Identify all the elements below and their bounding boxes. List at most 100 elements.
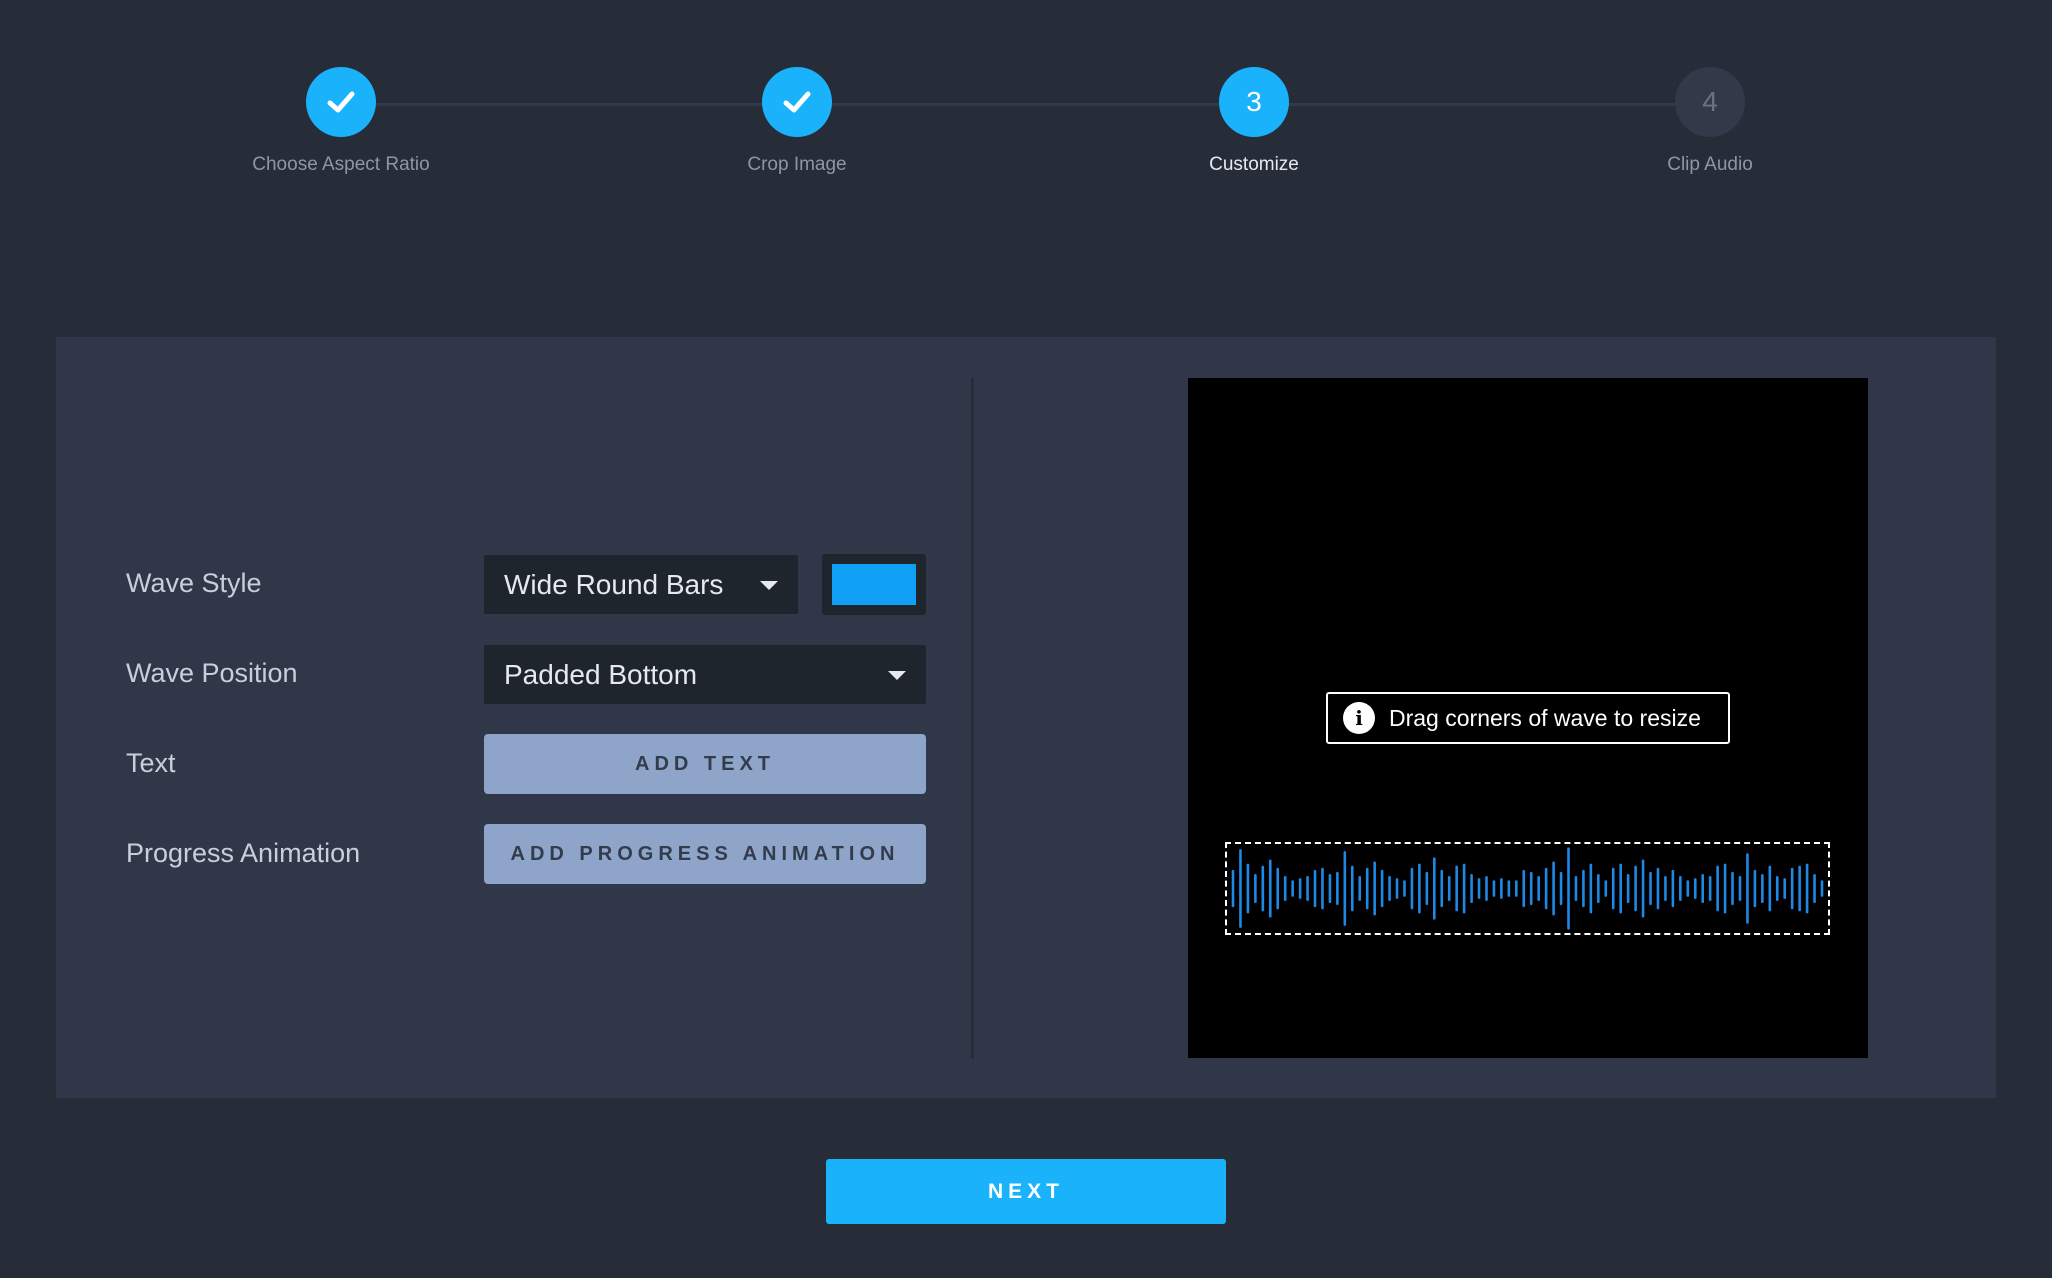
tooltip-text: Drag corners of wave to resize xyxy=(1389,704,1701,731)
wave-bar xyxy=(1798,865,1801,912)
chevron-down-icon xyxy=(760,580,778,590)
wave-bar xyxy=(1656,867,1660,910)
wave-bar xyxy=(1716,865,1719,912)
wave-bar xyxy=(1403,880,1406,897)
wave-position-label: Wave Position xyxy=(126,658,298,688)
wave-position-value: Padded Bottom xyxy=(504,658,698,690)
wave-bar xyxy=(1254,873,1257,904)
wave-bar xyxy=(1619,863,1622,914)
wave-bar xyxy=(1306,876,1309,901)
wave-bar xyxy=(1455,865,1458,912)
wave-color-swatch xyxy=(832,564,916,605)
wave-bar xyxy=(1462,863,1466,914)
wave-bar xyxy=(1529,871,1533,906)
wave-bar xyxy=(1388,876,1391,901)
add-text-button[interactable]: ADD TEXT xyxy=(484,734,926,794)
wave-bar xyxy=(1485,876,1488,901)
wave-bar xyxy=(1552,861,1555,916)
wave-bar xyxy=(1440,869,1444,908)
progress-animation-label: Progress Animation xyxy=(126,838,361,868)
wave-bar xyxy=(1731,871,1734,906)
wave-bar xyxy=(1649,871,1652,906)
text-label: Text xyxy=(126,748,176,778)
wave-style-label: Wave Style xyxy=(126,568,262,598)
wave-color-picker[interactable] xyxy=(822,554,926,615)
wave-bar xyxy=(1761,873,1764,904)
step-choose-aspect-ratio[interactable]: Choose Aspect Ratio xyxy=(191,67,491,176)
wave-bar xyxy=(1336,871,1339,906)
add-progress-animation-button[interactable]: ADD PROGRESS ANIMATION xyxy=(484,824,926,884)
step-crop-image[interactable]: Crop Image xyxy=(647,67,947,176)
wave-bar xyxy=(1433,857,1436,920)
chevron-down-icon xyxy=(888,670,906,680)
wave-bar xyxy=(1544,867,1548,910)
wave-bar xyxy=(1723,863,1727,914)
step-clip-audio[interactable]: 4 Clip Audio xyxy=(1560,67,1860,176)
wave-bar xyxy=(1358,876,1362,901)
wave-bar xyxy=(1701,873,1705,904)
wave-bar xyxy=(1492,880,1496,897)
wave-bar xyxy=(1574,876,1578,901)
info-icon: i xyxy=(1343,702,1375,734)
wave-bar xyxy=(1775,876,1779,901)
wave-bar xyxy=(1746,853,1749,924)
wave-bar xyxy=(1328,873,1332,904)
wave-bar xyxy=(1246,863,1250,914)
wave-bar xyxy=(1350,865,1354,912)
wave-bar xyxy=(1790,867,1794,910)
resize-tooltip: i Drag corners of wave to resize xyxy=(1326,692,1730,744)
stepper: Choose Aspect Ratio Crop Image 3 Customi… xyxy=(0,0,2052,200)
wave-bar xyxy=(1291,880,1294,897)
wave-bar xyxy=(1783,878,1787,899)
wave-bar xyxy=(1261,865,1265,912)
wave-bar xyxy=(1686,880,1690,897)
wave-bar xyxy=(1507,880,1511,897)
wave-bar xyxy=(1597,873,1600,904)
wave-bar xyxy=(1820,880,1824,897)
step-number: 4 xyxy=(1675,67,1745,137)
wave-style-select[interactable]: Wide Round Bars xyxy=(484,555,798,614)
wave-bar xyxy=(1805,863,1809,914)
wave-bar xyxy=(1380,869,1384,908)
stepper-line xyxy=(341,103,1709,106)
wave-bar xyxy=(1589,863,1593,914)
waveform xyxy=(1231,847,1824,930)
checkmark-icon xyxy=(783,91,811,113)
wave-bar xyxy=(1679,876,1682,901)
wave-bar xyxy=(1537,876,1540,901)
wave-bar xyxy=(1559,871,1563,906)
wave-bar xyxy=(1231,869,1235,908)
wave-bar xyxy=(1768,865,1772,912)
wave-bar xyxy=(1567,847,1570,930)
wave-bar xyxy=(1708,876,1712,901)
wave-bar xyxy=(1276,867,1280,910)
wave-bar xyxy=(1664,876,1667,901)
wave-bar xyxy=(1418,863,1421,914)
step-2-check-circle xyxy=(762,67,832,137)
waveform-resize-box[interactable] xyxy=(1225,842,1830,935)
wave-bar xyxy=(1425,871,1429,906)
wave-bar xyxy=(1283,876,1287,901)
checkmark-icon xyxy=(327,91,355,113)
wave-bar xyxy=(1410,867,1414,910)
step-label: Clip Audio xyxy=(1667,154,1753,175)
next-button[interactable]: NEXT xyxy=(826,1159,1226,1224)
step-1-check-circle xyxy=(306,67,376,137)
wave-position-select[interactable]: Padded Bottom xyxy=(484,645,926,704)
wave-bar xyxy=(1365,867,1369,910)
wave-bar xyxy=(1671,869,1675,908)
wave-bar xyxy=(1626,873,1630,904)
wave-bar xyxy=(1634,865,1637,912)
wave-bar xyxy=(1813,873,1816,904)
wave-bar xyxy=(1395,878,1399,899)
step-customize[interactable]: 3 Customize xyxy=(1104,67,1404,176)
wave-bar xyxy=(1477,878,1481,899)
wave-bar xyxy=(1447,876,1451,901)
wave-bar xyxy=(1470,873,1473,904)
wave-bar xyxy=(1515,880,1518,897)
wave-bar xyxy=(1522,869,1526,908)
wave-style-value: Wide Round Bars xyxy=(504,568,724,600)
wave-bar xyxy=(1500,878,1503,899)
step-label: Customize xyxy=(1209,154,1299,175)
wave-bar xyxy=(1641,859,1645,918)
